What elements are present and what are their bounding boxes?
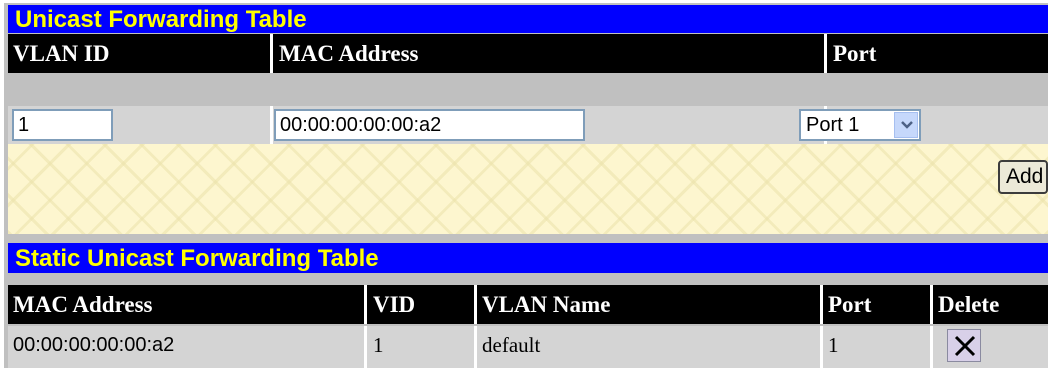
port-select-value: Port 1 xyxy=(806,114,860,136)
row-mac: 00:00:00:00:00:a2 xyxy=(13,334,175,356)
static-table-title: Static Unicast Forwarding Table xyxy=(8,243,1048,273)
pattern-background xyxy=(8,144,1048,234)
col-vid: VID xyxy=(373,292,416,317)
delete-button[interactable] xyxy=(947,329,981,362)
col-delete: Delete xyxy=(938,292,1000,317)
divider xyxy=(930,285,933,324)
divider xyxy=(820,285,823,324)
col-mac-address: MAC Address xyxy=(279,41,419,66)
divider xyxy=(930,326,933,368)
divider xyxy=(270,34,273,73)
mac-address-input[interactable]: 00:00:00:00:00:a2 xyxy=(274,109,585,141)
vlan-id-input[interactable]: 1 xyxy=(12,109,113,141)
col-vlan-name: VLAN Name xyxy=(482,292,611,317)
forwarding-header-row: VLAN ID MAC Address Port xyxy=(8,34,1048,73)
row-vid: 1 xyxy=(373,333,384,357)
page: Unicast Forwarding Table VLAN ID MAC Add… xyxy=(0,0,1048,368)
x-icon xyxy=(954,335,976,357)
divider xyxy=(474,326,477,368)
chevron-down-icon[interactable] xyxy=(894,112,918,138)
divider xyxy=(364,326,367,368)
col-mac-address: MAC Address xyxy=(13,292,153,317)
divider xyxy=(820,326,823,368)
divider xyxy=(474,285,477,324)
divider xyxy=(824,34,827,73)
add-button[interactable]: Add xyxy=(998,160,1048,194)
divider xyxy=(270,106,273,144)
divider xyxy=(364,285,367,324)
forwarding-title: Unicast Forwarding Table xyxy=(8,5,1048,33)
row-port: 1 xyxy=(828,333,839,357)
row-vlan-name: default xyxy=(482,333,541,357)
col-port: Port xyxy=(833,41,877,66)
port-select[interactable]: Port 1 xyxy=(799,109,921,141)
static-header-row: MAC Address VID VLAN Name Port Delete xyxy=(8,285,1048,324)
col-vlan-id: VLAN ID xyxy=(13,41,110,66)
col-port: Port xyxy=(828,292,872,317)
table-row: 00:00:00:00:00:a2 1 default 1 xyxy=(8,326,1048,368)
